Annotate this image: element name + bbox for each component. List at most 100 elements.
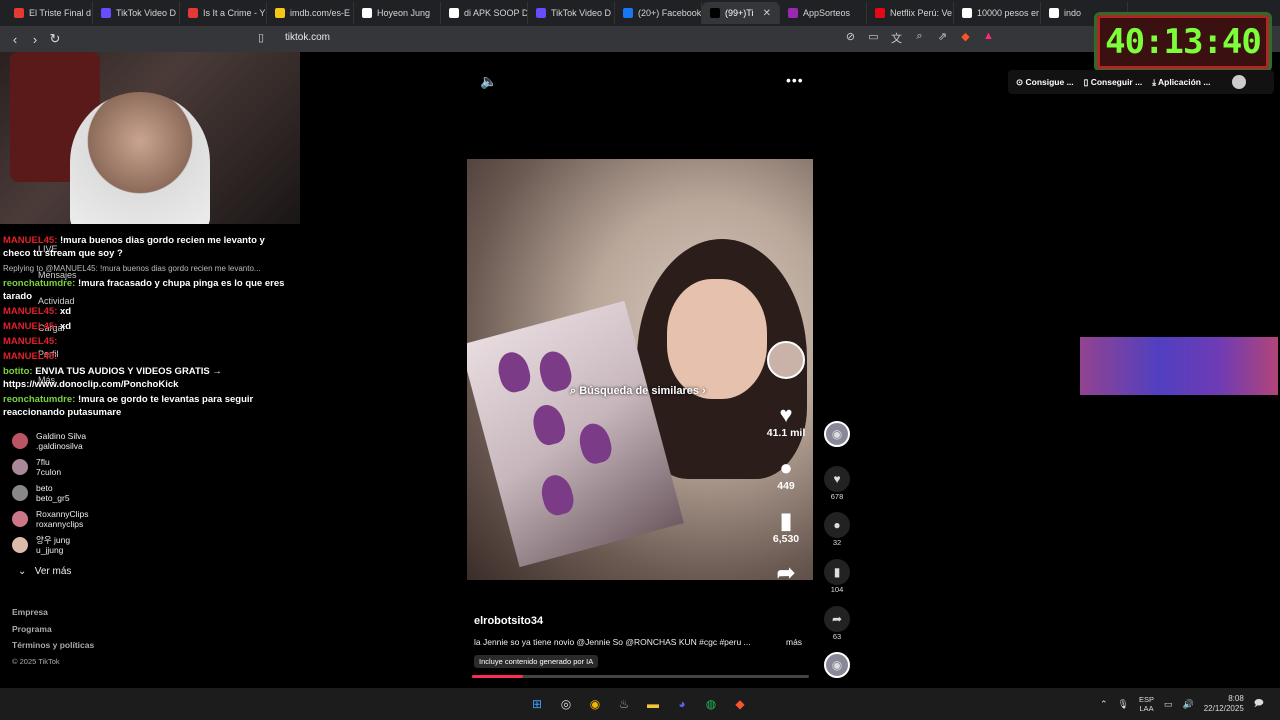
right-share[interactable]: ➦ 63	[822, 606, 852, 641]
browser-tab-bar: El Triste Final d TikTok Video D Is It a C…	[0, 0, 1280, 26]
browser-toolbar: ⊘ ▭ 文 ⌕ ⇗ ◆ ▲	[842, 30, 997, 46]
browser-tab[interactable]: TikTok Video D	[528, 2, 615, 24]
browser-tab[interactable]: (20+) Facebook	[615, 2, 702, 24]
no-tracking-icon[interactable]: ⊘	[842, 30, 859, 46]
chat-username: MANUEL45:	[3, 321, 58, 332]
tab-label: 10000 pesos er	[977, 8, 1040, 18]
ellipsis-icon[interactable]: •••	[786, 72, 804, 88]
bookmark-icon: ▮	[824, 559, 850, 585]
tab-label: (99+)Ti	[725, 8, 754, 18]
speaker-icon[interactable]: 🔈	[480, 73, 497, 90]
flower	[529, 401, 569, 448]
chat-reply-text: Replying to @MANUEL45: !mura buenos dias…	[3, 264, 261, 273]
browser-tab[interactable]: Netflix Perú: Ve	[867, 2, 954, 24]
chevron-up-icon[interactable]: ⌃	[1100, 699, 1108, 710]
footer-link-company[interactable]: Empresa	[12, 604, 94, 621]
following-item[interactable]: Galdino Silva .galdinosilva	[12, 428, 88, 454]
chat-message: Replying to @MANUEL45: !mura buenos dias…	[3, 262, 293, 275]
chat-message: MANUEL45:	[3, 335, 293, 348]
comment-button[interactable]: ● 449	[761, 456, 811, 493]
right-save[interactable]: ▮ 104	[822, 559, 852, 594]
browser-tab[interactable]: AppSorteos	[780, 2, 867, 24]
clock-date: 22/12/2025	[1203, 704, 1244, 713]
tab-favicon-icon	[1049, 8, 1059, 18]
chat-message: MANUEL45: xd	[3, 320, 293, 333]
tab-label: TikTok Video D	[116, 8, 177, 18]
share-page-icon[interactable]: ⇗	[934, 30, 951, 46]
following-item[interactable]: RoxannyClips roxannyclips	[12, 506, 88, 532]
following-names: 양우 jung u_jjung	[36, 535, 70, 555]
chat-message: MANUEL45: xd	[3, 305, 293, 318]
browser-tab[interactable]: TikTok Video D	[93, 2, 180, 24]
translate-icon[interactable]: 文	[888, 30, 905, 46]
copyright: © 2025 TikTok	[12, 656, 60, 666]
browser-tab[interactable]: (99+)Ti ✕	[702, 2, 780, 24]
video-progress-bar[interactable]	[472, 675, 809, 678]
right-like[interactable]: ♥ 678	[822, 466, 852, 501]
browser-tab[interactable]: Is It a Crime - Y	[180, 2, 267, 24]
discord-icon[interactable]: ◕	[672, 694, 692, 714]
avatar	[12, 537, 28, 553]
screen: El Triste Final d TikTok Video D Is It a C…	[0, 0, 1280, 720]
forward-icon[interactable]: ›	[25, 32, 45, 47]
search-similar-button[interactable]: ⌕ Búsqueda de similares ›	[570, 385, 706, 398]
heart-icon: ♥	[779, 402, 793, 427]
clock[interactable]: 8:08 22/12/2025	[1204, 694, 1244, 714]
caption-more-link[interactable]: más	[786, 637, 802, 647]
brave-icon[interactable]: ◆	[730, 694, 750, 714]
heart-icon: ♥	[824, 466, 850, 492]
display-icon[interactable]: ▭	[1164, 699, 1173, 710]
tab-favicon-icon	[362, 8, 372, 18]
zoom-icon[interactable]: ⌕	[911, 30, 928, 46]
following-item[interactable]: 7flu 7culon	[12, 454, 88, 480]
language-indicator[interactable]: ESP LAA	[1139, 695, 1154, 713]
back-icon[interactable]: ‹	[5, 32, 25, 47]
app-download-button[interactable]: ⤓ Aplicación ...	[1152, 77, 1210, 88]
tab-label: Is It a Crime - Y	[203, 8, 266, 18]
url-field[interactable]: tiktok.com	[285, 32, 330, 43]
reload-icon[interactable]: ↻	[45, 31, 65, 47]
browser-tab[interactable]: El Triste Final d	[6, 2, 93, 24]
footer-link-terms[interactable]: Términos y políticas	[12, 637, 94, 654]
following-item[interactable]: beto beto_gr5	[12, 480, 88, 506]
windows-start-icon[interactable]: ⊞	[527, 694, 547, 714]
tab-label: indo	[1064, 8, 1082, 18]
author-avatar[interactable]	[767, 341, 805, 379]
media-icon[interactable]: ▭	[865, 30, 882, 46]
share-button[interactable]: ➦	[761, 561, 811, 585]
obs-icon[interactable]: ◎	[556, 694, 576, 714]
save-button[interactable]: ▮ 6,530	[761, 509, 811, 546]
robot-avatar-icon: ◉	[824, 652, 850, 678]
creator-avatar-right[interactable]: ◉	[822, 421, 852, 447]
following-list: Galdino Silva .galdinosilva 7flu 7culon beto…	[12, 428, 88, 558]
chat-username: reonchatumdre:	[3, 394, 76, 405]
notification-icon[interactable]: 🗩	[1254, 696, 1264, 712]
brave-shield-icon[interactable]: ◆	[957, 30, 974, 46]
following-item[interactable]: 양우 jung u_jjung	[12, 532, 88, 558]
spotify-icon[interactable]: ◍	[701, 694, 721, 714]
like-button[interactable]: ♥ 41.1 mil	[761, 402, 811, 440]
bookmark-page-icon[interactable]: ▯	[258, 31, 264, 44]
right-avatar-bottom[interactable]: ◉	[822, 652, 852, 678]
right-comment[interactable]: ● 32	[822, 512, 852, 547]
profile-avatar-icon[interactable]	[1232, 75, 1247, 89]
chat-username: reonchatumdre:	[3, 278, 76, 289]
volume-icon[interactable]: 🔊	[1183, 699, 1194, 710]
browser-tab[interactable]: di APK SOOP D	[441, 2, 528, 24]
get-coins-button[interactable]: ⊙ Consigue ...	[1016, 77, 1074, 88]
mic-icon[interactable]: 🎙	[1118, 699, 1129, 710]
see-more-link[interactable]: ⌄ Ver más	[18, 566, 71, 577]
chrome-icon[interactable]: ◉	[585, 694, 605, 714]
author-name[interactable]: elrobotsito34	[474, 615, 543, 627]
brave-rewards-icon[interactable]: ▲	[980, 30, 997, 46]
close-tab-icon[interactable]: ✕	[763, 8, 771, 19]
steam-icon[interactable]: ♨	[614, 694, 634, 714]
get-app-button[interactable]: ▯ Conseguir ...	[1084, 77, 1143, 88]
chat-text: ENVIA TUS AUDIOS Y VIDEOS GRATIS → https…	[3, 366, 222, 390]
folder-icon[interactable]: ▬	[643, 694, 663, 714]
footer-link-program[interactable]: Programa	[12, 621, 94, 638]
browser-tab[interactable]: Hoyeon Jung	[354, 2, 441, 24]
chat-username: MANUEL45:	[3, 351, 58, 362]
browser-tab[interactable]: 10000 pesos er	[954, 2, 1041, 24]
browser-tab[interactable]: imdb.com/es-E	[267, 2, 354, 24]
